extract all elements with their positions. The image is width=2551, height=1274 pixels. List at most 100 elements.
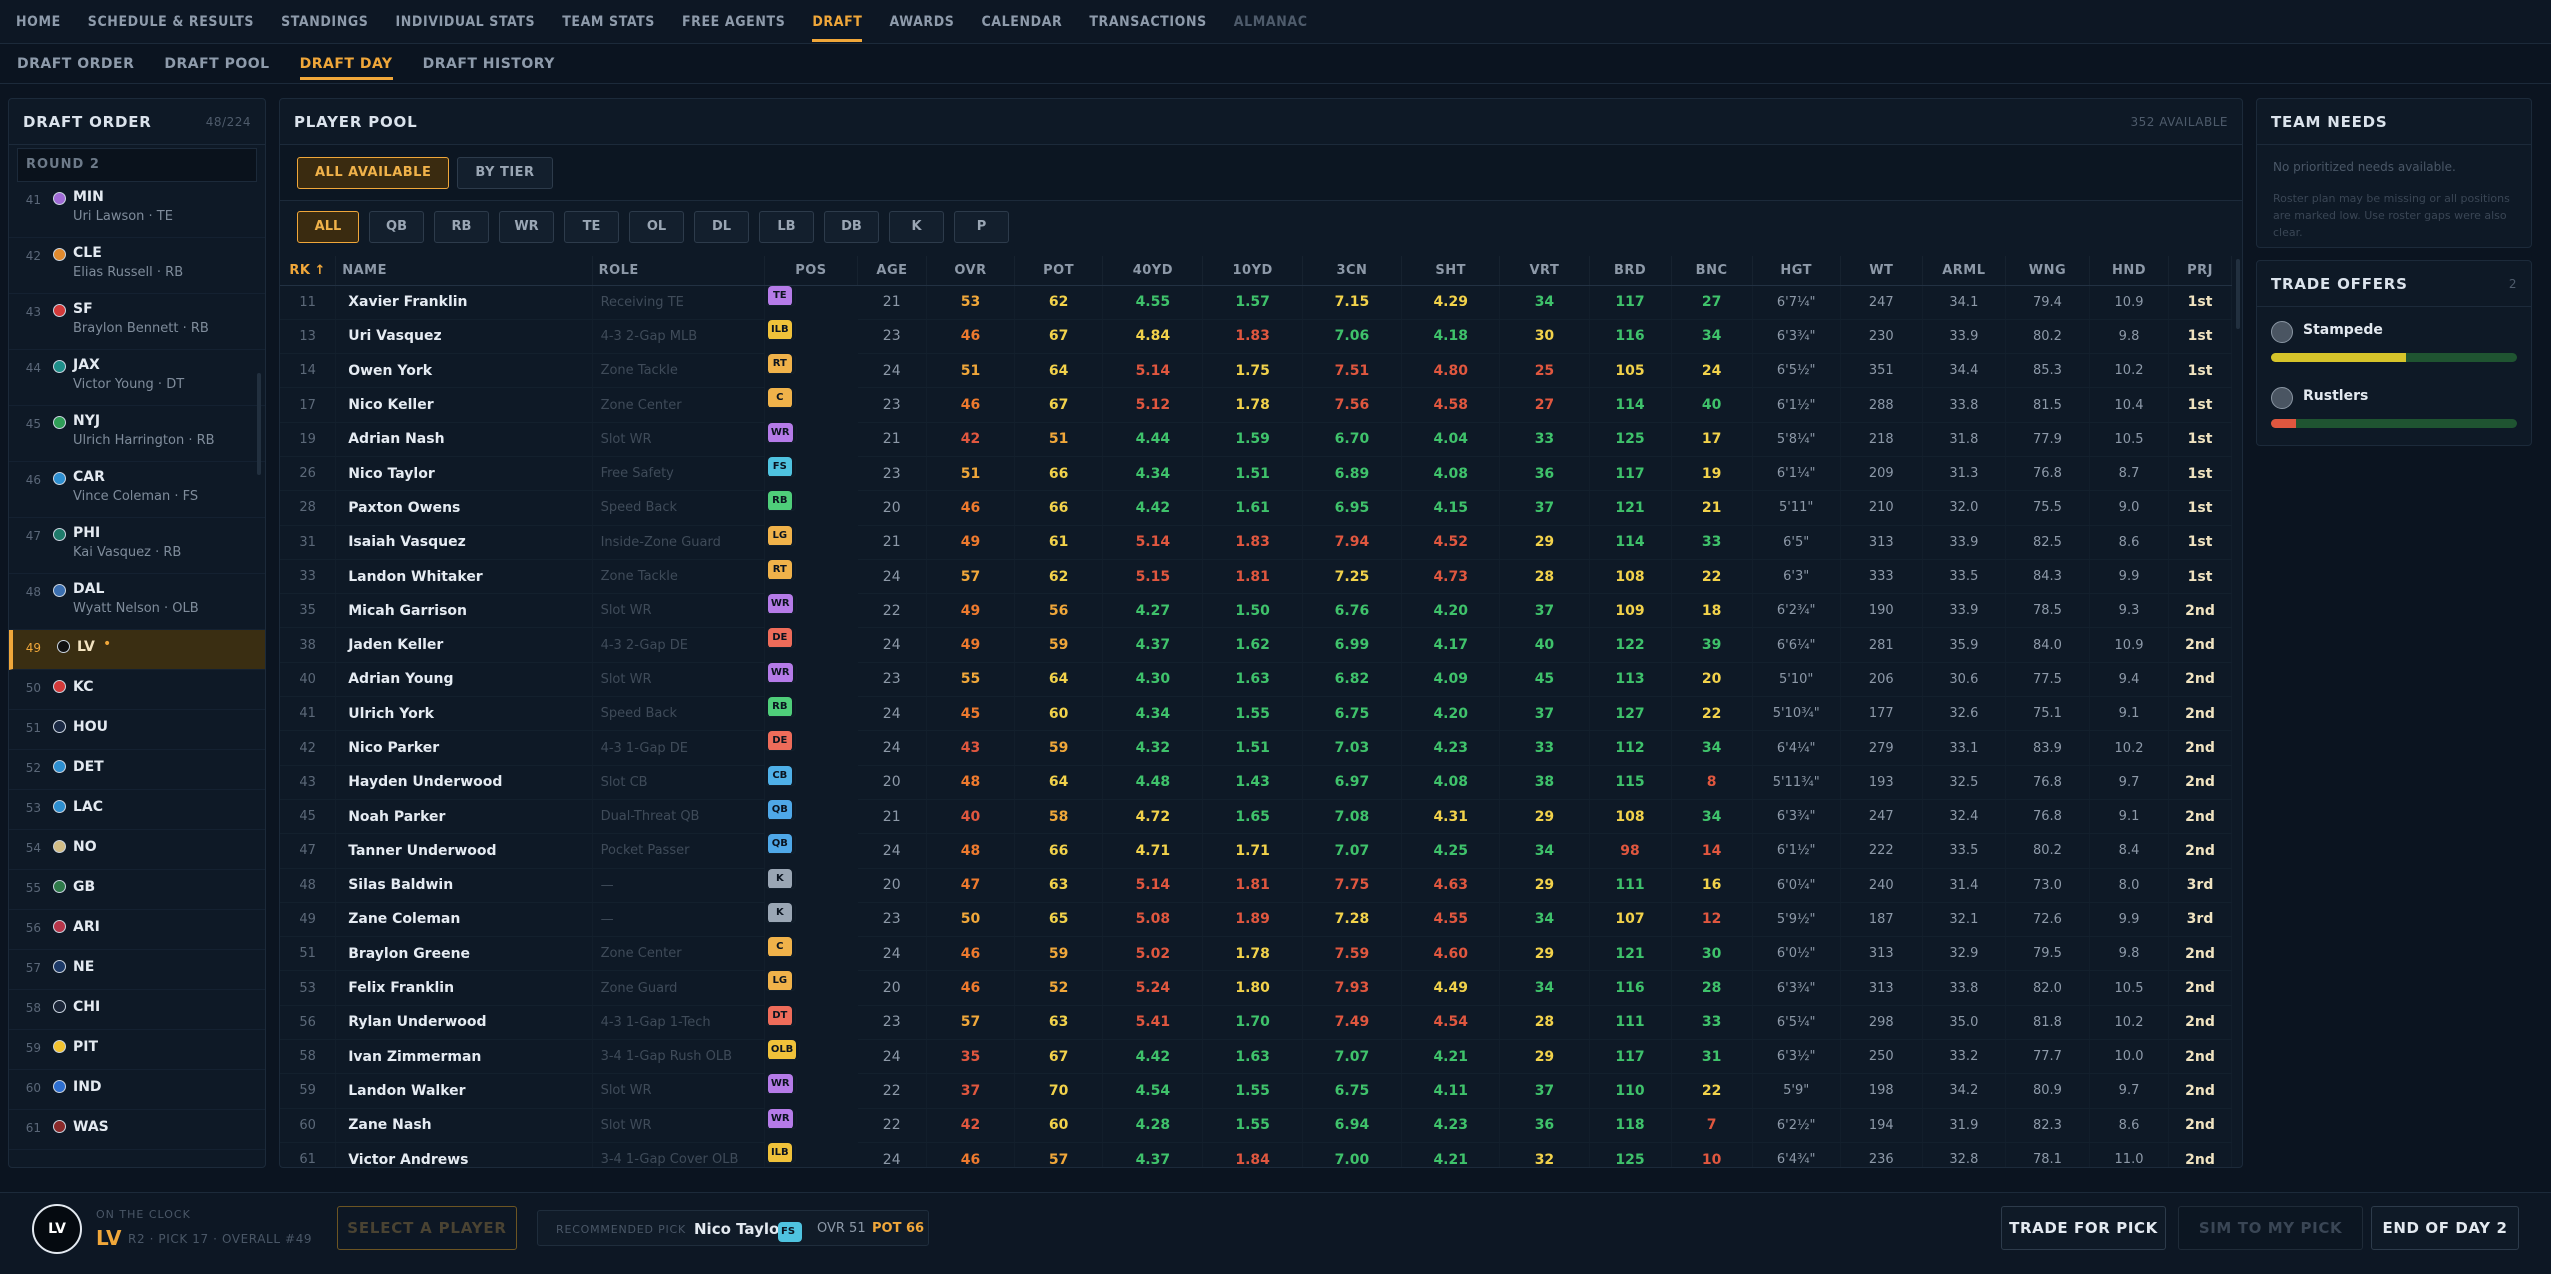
end-of-day-button[interactable]: END OF DAY 2 (2371, 1206, 2519, 1250)
column-header-arml[interactable]: ARML (1922, 256, 2006, 286)
column-header-wng[interactable]: WNG (2005, 256, 2091, 286)
draft-pick-row[interactable]: 42 CLE Elias Russell · RB (9, 238, 265, 294)
player-row[interactable]: 14 Owen York Zone Tackle RT 24 51 64 5.14 1.75 7.… (280, 353, 2232, 389)
subnav-draft-order[interactable]: DRAFT ORDER (17, 44, 134, 84)
draft-order-list[interactable]: ROUND 2 41 MIN Uri Lawson · TE 42 CLE Elias R… (9, 145, 265, 1167)
draft-pick-row[interactable]: 51 HOU (9, 710, 265, 750)
nav-draft[interactable]: DRAFT (812, 0, 863, 44)
draft-pick-row[interactable]: 43 SF Braylon Bennett · RB (9, 294, 265, 350)
draft-pick-row[interactable]: 58 CHI (9, 990, 265, 1030)
column-header-hnd[interactable]: HND (2089, 256, 2170, 286)
player-row[interactable]: 59 Landon Walker Slot WR WR 22 37 70 4.54 1.55 6.… (280, 1073, 2232, 1109)
player-row[interactable]: 26 Nico Taylor Free Safety FS 23 51 66 4.34 1.51… (280, 456, 2232, 492)
player-row[interactable]: 53 Felix Franklin Zone Guard LG 20 46 52 5.24 1.… (280, 970, 2232, 1006)
player-row[interactable]: 38 Jaden Keller 4-3 2-Gap DE DE 24 49 59 4.37 1.… (280, 627, 2232, 663)
column-header-ovr[interactable]: OVR (926, 256, 1016, 286)
position-filter-all[interactable]: ALL (297, 211, 359, 243)
subnav-draft-pool[interactable]: DRAFT POOL (164, 44, 269, 84)
tab-all-available[interactable]: ALL AVAILABLE (297, 156, 450, 189)
column-header-10yd[interactable]: 10YD (1202, 256, 1303, 286)
player-row[interactable]: 49 Zane Coleman — K 23 50 65 5.08 1.89 7.28 4.55 34… (280, 902, 2232, 938)
draft-pick-row[interactable]: 49 LV • (9, 630, 265, 670)
column-header-age[interactable]: AGE (857, 256, 927, 286)
column-header-prj[interactable]: PRJ (2168, 256, 2232, 286)
player-row[interactable]: 48 Silas Baldwin — K 20 47 63 5.14 1.81 7.75 4.63 2… (280, 868, 2232, 903)
trade-offer-row[interactable]: Stampede (2257, 307, 2531, 373)
position-filter-ol[interactable]: OL (629, 211, 684, 243)
nav-almanac[interactable]: ALMANAC (1234, 0, 1308, 44)
column-header-vrt[interactable]: VRT (1499, 256, 1590, 286)
player-table-scrollbar[interactable] (2236, 259, 2240, 329)
position-filter-p[interactable]: P (954, 211, 1009, 243)
nav-free-agents[interactable]: FREE AGENTS (682, 0, 785, 44)
draft-pick-row[interactable]: 45 NYJ Ulrich Harrington · RB (9, 406, 265, 462)
nav-standings[interactable]: STANDINGS (281, 0, 368, 44)
column-header-40yd[interactable]: 40YD (1102, 256, 1204, 286)
subnav-draft-history[interactable]: DRAFT HISTORY (423, 44, 555, 84)
column-header-sht[interactable]: SHT (1401, 256, 1501, 286)
player-row[interactable]: 45 Noah Parker Dual-Threat QB QB 21 40 58 4.72 1… (280, 799, 2232, 835)
draft-pick-row[interactable]: 44 JAX Victor Young · DT (9, 350, 265, 406)
column-header-name[interactable]: NAME (335, 256, 593, 286)
trade-offer-row[interactable]: Rustlers (2257, 373, 2531, 439)
draft-pick-row[interactable]: 57 NE (9, 950, 265, 990)
draft-pick-row[interactable]: 59 PIT (9, 1030, 265, 1070)
position-filter-wr[interactable]: WR (499, 211, 554, 243)
column-header-pos[interactable]: POS (764, 256, 859, 286)
player-row[interactable]: 31 Isaiah Vasquez Inside-Zone Guard LG 21 49 6… (280, 525, 2232, 560)
player-row[interactable]: 13 Uri Vasquez 4-3 2-Gap MLB ILB 23 46 67 4.84 1… (280, 319, 2232, 355)
draft-pick-row[interactable]: 46 CAR Vince Coleman · FS (9, 462, 265, 518)
column-header-brd[interactable]: BRD (1589, 256, 1672, 286)
draft-pick-row[interactable]: 41 MIN Uri Lawson · TE (9, 182, 265, 238)
nav-awards[interactable]: AWARDS (889, 0, 954, 44)
player-row[interactable]: 41 Ulrich York Speed Back RB 24 45 60 4.34 1.55 6… (280, 696, 2232, 732)
draft-pick-row[interactable]: 48 DAL Wyatt Nelson · OLB (9, 574, 265, 630)
player-row[interactable]: 60 Zane Nash Slot WR WR 22 42 60 4.28 1.55 6.94 4.… (280, 1108, 2232, 1143)
draft-pick-row[interactable]: 50 KC (9, 670, 265, 710)
nav-schedule-results[interactable]: SCHEDULE & RESULTS (88, 0, 254, 44)
draft-pick-row[interactable]: 47 PHI Kai Vasquez · RB (9, 518, 265, 574)
position-filter-qb[interactable]: QB (369, 211, 424, 243)
player-row[interactable]: 33 Landon Whitaker Zone Tackle RT 24 57 62 5.15… (280, 559, 2232, 595)
column-header-bnc[interactable]: BNC (1671, 256, 1753, 286)
column-header-wt[interactable]: WT (1840, 256, 1923, 286)
draft-pick-row[interactable]: 60 IND (9, 1070, 265, 1110)
column-header-rk[interactable]: RK ↑ (280, 256, 337, 286)
position-filter-rb[interactable]: RB (434, 211, 489, 243)
player-row[interactable]: 56 Rylan Underwood 4-3 1-Gap 1-Tech DT 23 57 6… (280, 1005, 2232, 1041)
column-header-pot[interactable]: POT (1014, 256, 1104, 286)
player-row[interactable]: 35 Micah Garrison Slot WR WR 22 49 56 4.27 1.50 6… (280, 593, 2232, 629)
nav-home[interactable]: HOME (16, 0, 61, 44)
player-row[interactable]: 58 Ivan Zimmerman 3-4 1-Gap Rush OLB OLB 24 3… (280, 1039, 2232, 1075)
subnav-draft-day[interactable]: DRAFT DAY (299, 44, 393, 84)
sim-to-my-pick-button[interactable]: SIM TO MY PICK (2178, 1206, 2363, 1250)
select-player-button[interactable]: SELECT A PLAYER (337, 1206, 517, 1250)
draft-pick-row[interactable]: 52 DET (9, 750, 265, 790)
column-header-role[interactable]: ROLE (592, 256, 765, 286)
column-header-hgt[interactable]: HGT (1752, 256, 1841, 286)
position-filter-lb[interactable]: LB (759, 211, 814, 243)
player-row[interactable]: 19 Adrian Nash Slot WR WR 21 42 51 4.44 1.59 6.70… (280, 422, 2232, 457)
position-filter-te[interactable]: TE (564, 211, 619, 243)
nav-individual-stats[interactable]: INDIVIDUAL STATS (395, 0, 535, 44)
player-row[interactable]: 40 Adrian Young Slot WR WR 23 55 64 4.30 1.63 6.8… (280, 662, 2232, 698)
player-row[interactable]: 61 Victor Andrews 3-4 1-Gap Cover OLB ILB 24… (280, 1142, 2232, 1167)
draft-order-scrollbar[interactable] (257, 373, 261, 475)
position-filter-db[interactable]: DB (824, 211, 879, 243)
player-row[interactable]: 51 Braylon Greene Zone Center C 24 46 59 5.02 1.… (280, 936, 2232, 972)
tab-by-tier[interactable]: BY TIER (457, 156, 553, 189)
column-header-3cn[interactable]: 3CN (1302, 256, 1403, 286)
position-filter-dl[interactable]: DL (694, 211, 749, 243)
draft-pick-row[interactable]: 53 LAC (9, 790, 265, 830)
draft-pick-row[interactable]: 54 NO (9, 830, 265, 870)
position-filter-k[interactable]: K (889, 211, 944, 243)
player-row[interactable]: 11 Xavier Franklin Receiving TE TE 21 53 62 4.5… (280, 285, 2232, 320)
draft-pick-row[interactable]: 61 WAS (9, 1110, 265, 1150)
player-row[interactable]: 28 Paxton Owens Speed Back RB 20 46 66 4.42 1.61… (280, 490, 2232, 526)
draft-pick-row[interactable]: 55 GB (9, 870, 265, 910)
nav-team-stats[interactable]: TEAM STATS (562, 0, 655, 44)
recommended-pick[interactable]: RECOMMENDED PICK Nico Taylor FS OVR 51 P… (537, 1210, 929, 1246)
player-row[interactable]: 42 Nico Parker 4-3 1-Gap DE DE 24 43 59 4.32 1.5… (280, 730, 2232, 766)
player-row[interactable]: 17 Nico Keller Zone Center C 23 46 67 5.12 1.78 7… (280, 387, 2232, 423)
player-row[interactable]: 47 Tanner Underwood Pocket Passer QB 24 48 66 4… (280, 833, 2232, 869)
